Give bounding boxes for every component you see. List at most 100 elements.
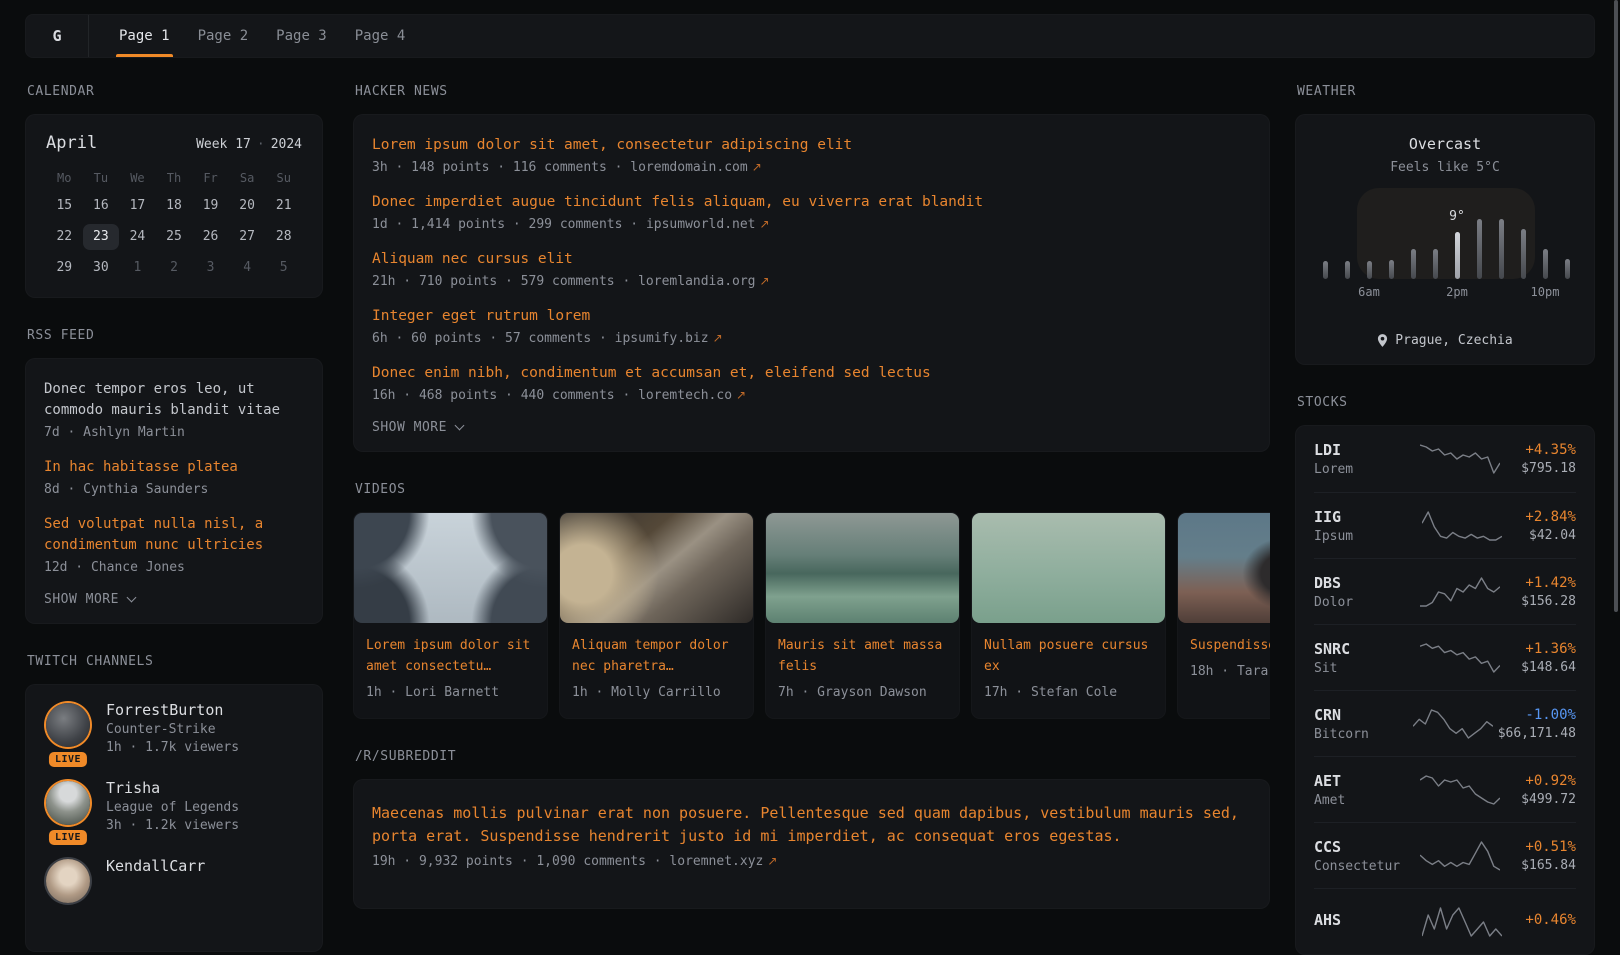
weather-location-text: Prague, Czechia — [1395, 333, 1512, 348]
video-thumbnail[interactable] — [560, 513, 753, 623]
stock-price: $66,171.48 — [1498, 726, 1576, 741]
hackernews-title-link[interactable]: Integer eget rutrum lorem — [372, 306, 1251, 327]
video-title-link[interactable]: Lorem ipsum dolor sit amet consectetu… — [354, 623, 547, 677]
external-link-icon: ↗ — [763, 854, 777, 868]
scrollbar-thumb[interactable] — [1614, 0, 1618, 612]
tab-page-1[interactable]: Page 1 — [119, 15, 170, 57]
hackernews-show-more-button[interactable]: SHOW MORE — [372, 420, 1251, 435]
weekday-label: Fr — [192, 171, 229, 185]
hackernews-domain: loremlandia.org — [638, 274, 755, 289]
weather-hour-bar — [1367, 261, 1372, 279]
weekday-label: Su — [265, 171, 302, 185]
stock-change: +0.46% — [1525, 912, 1576, 928]
twitch-channel-row[interactable]: LIVEForrestBurtonCounter-Strike1h · 1.7k… — [44, 701, 304, 761]
stock-row[interactable]: CRNBitcorn-1.00%$66,171.48 — [1314, 690, 1576, 756]
subreddit-title-link[interactable]: Maecenas mollis pulvinar erat non posuer… — [372, 802, 1251, 848]
hackernews-domain: loremtech.co — [638, 388, 732, 403]
stock-id: SNRCSit — [1314, 640, 1410, 676]
stock-row[interactable]: AHS +0.46% — [1314, 888, 1576, 954]
video-title-link[interactable]: Mauris sit amet massa felis — [766, 623, 959, 677]
hackernews-title-link[interactable]: Lorem ipsum dolor sit amet, consectetur … — [372, 135, 1251, 156]
videos-section-label: VIDEOS — [355, 482, 1270, 497]
calendar-month: April — [46, 133, 97, 153]
twitch-channel-name[interactable]: ForrestBurton — [106, 701, 239, 719]
external-link-icon: ↗ — [709, 331, 723, 345]
stock-row[interactable]: LDILorem+4.35%$795.18 — [1314, 426, 1576, 492]
stock-row[interactable]: IIGIpsum+2.84%$42.04 — [1314, 492, 1576, 558]
calendar-week-label: Week 17·2024 — [196, 137, 302, 152]
avatar[interactable] — [46, 781, 90, 825]
stock-row[interactable]: CCSConsectetur+0.51%$165.84 — [1314, 822, 1576, 888]
rss-meta: 8d · Cynthia Saunders — [44, 482, 304, 497]
rss-meta: 7d · Ashlyn Martin — [44, 425, 304, 440]
video-title-link[interactable]: Suspendisse diam — [1178, 623, 1270, 656]
subreddit-item: Maecenas mollis pulvinar erat non posuer… — [372, 802, 1251, 869]
stock-id: AHS — [1314, 911, 1410, 932]
stock-symbol: CCS — [1314, 838, 1410, 856]
chevron-down-icon — [455, 421, 465, 431]
twitch-channel-name[interactable]: Trisha — [106, 779, 239, 797]
twitch-channel-name[interactable]: KendallCarr — [106, 857, 205, 875]
hackernews-domain: ipsumworld.net — [646, 217, 756, 232]
weather-location: Prague, Czechia — [1314, 333, 1576, 348]
hackernews-item: Donec enim nibh, condimentum et accumsan… — [372, 363, 1251, 403]
tab-page-4[interactable]: Page 4 — [355, 15, 406, 57]
stock-price: $148.64 — [1521, 660, 1576, 675]
weather-feels-like: Feels like 5°C — [1314, 160, 1576, 175]
twitch-channel-row[interactable]: LIVETrishaLeague of Legends3h · 1.2k vie… — [44, 779, 304, 839]
stock-symbol: DBS — [1314, 574, 1410, 592]
rss-title-link[interactable]: Sed volutpat nulla nisl, a condimentum n… — [44, 514, 304, 556]
stock-symbol: AET — [1314, 772, 1410, 790]
calendar-day: 2 — [156, 255, 193, 281]
video-title-link[interactable]: Nullam posuere cursus ex — [972, 623, 1165, 677]
app-logo[interactable]: G — [26, 15, 89, 57]
video-thumbnail[interactable] — [972, 513, 1165, 623]
calendar-day: 20 — [229, 193, 266, 219]
stock-change: +0.51% — [1521, 839, 1576, 855]
rss-title-link[interactable]: Donec tempor eros leo, ut commodo mauris… — [44, 379, 304, 421]
video-thumbnail[interactable] — [1178, 513, 1270, 623]
calendar-day: 28 — [265, 224, 302, 250]
twitch-channel-game: Counter-Strike — [106, 722, 239, 737]
rss-title-link[interactable]: In hac habitasse platea — [44, 457, 304, 478]
stock-values: +0.46% — [1525, 912, 1576, 931]
calendar-day: 30 — [83, 255, 120, 281]
twitch-channel-info: KendallCarr — [106, 857, 205, 917]
stock-row[interactable]: SNRCSit+1.36%$148.64 — [1314, 624, 1576, 690]
hackernews-title-link[interactable]: Donec enim nibh, condimentum et accumsan… — [372, 363, 1251, 384]
stock-row[interactable]: DBSDolor+1.42%$156.28 — [1314, 558, 1576, 624]
external-link-icon: ↗ — [756, 274, 770, 288]
stock-sparkline — [1420, 838, 1500, 874]
calendar-day: 5 — [265, 255, 302, 281]
stock-id: CCSConsectetur — [1314, 838, 1410, 874]
stock-sparkline — [1420, 441, 1500, 477]
tab-page-3[interactable]: Page 3 — [276, 15, 327, 57]
hackernews-title-link[interactable]: Aliquam nec cursus elit — [372, 249, 1251, 270]
calendar-day: 25 — [156, 224, 193, 250]
avatar[interactable] — [46, 703, 90, 747]
rss-feed-widget: Donec tempor eros leo, ut commodo mauris… — [25, 358, 323, 624]
avatar[interactable] — [46, 859, 90, 903]
subreddit-domain: loremnet.xyz — [669, 854, 763, 869]
tab-page-2[interactable]: Page 2 — [198, 15, 249, 57]
stock-name: Ipsum — [1314, 529, 1410, 544]
video-thumbnail[interactable] — [354, 513, 547, 623]
stock-symbol: IIG — [1314, 508, 1410, 526]
hackernews-title-link[interactable]: Donec imperdiet augue tincidunt felis al… — [372, 192, 1251, 213]
twitch-channel-row[interactable]: KendallCarr — [44, 857, 304, 917]
stock-row[interactable]: AETAmet+0.92%$499.72 — [1314, 756, 1576, 822]
weekday-label: Mo — [46, 171, 83, 185]
rss-item: Sed volutpat nulla nisl, a condimentum n… — [44, 514, 304, 575]
calendar-day: 3 — [192, 255, 229, 281]
stock-name: Sit — [1314, 661, 1410, 676]
chevron-down-icon — [127, 593, 137, 603]
rss-show-more-button[interactable]: SHOW MORE — [44, 592, 304, 607]
video-title-link[interactable]: Aliquam tempor dolor nec pharetra… — [560, 623, 753, 677]
stock-sparkline — [1420, 640, 1500, 676]
calendar-day: 19 — [192, 193, 229, 219]
stock-price: $156.28 — [1521, 594, 1576, 609]
video-thumbnail[interactable] — [766, 513, 959, 623]
weather-hour-bar — [1543, 249, 1548, 279]
stock-price: $499.72 — [1521, 792, 1576, 807]
external-link-icon: ↗ — [748, 160, 762, 174]
